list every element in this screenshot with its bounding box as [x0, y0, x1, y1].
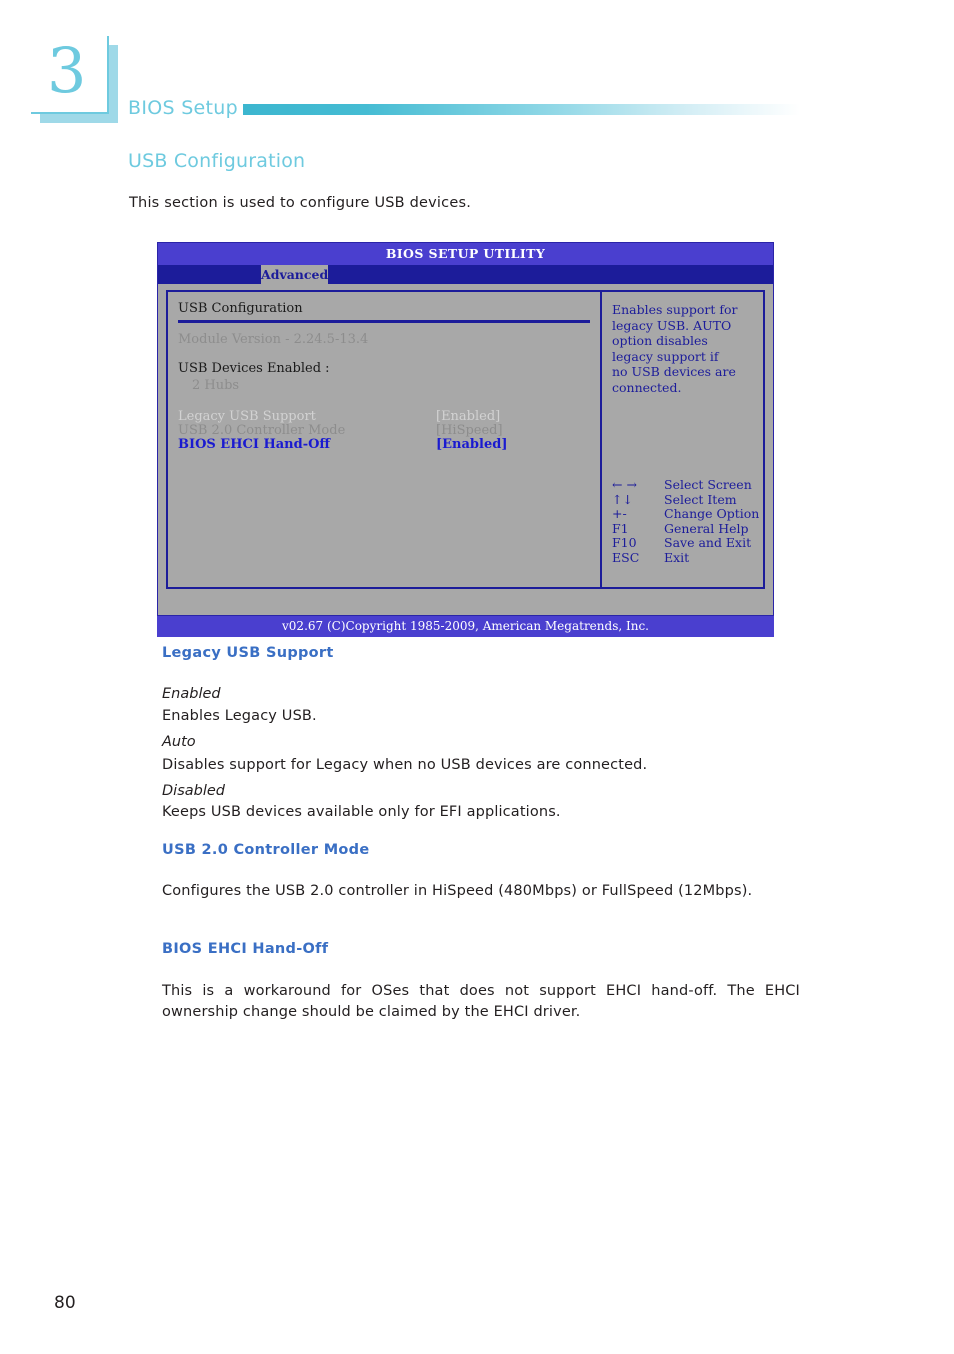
- bios-option-label: Legacy USB Support: [178, 409, 316, 424]
- desc-enabled: Enables Legacy USB.: [162, 708, 317, 724]
- page-number: 80: [54, 1293, 76, 1313]
- heading-usb20-controller-mode: USB 2.0 Controller Mode: [162, 842, 370, 858]
- desc-auto: Disables support for Legacy when no USB …: [162, 757, 648, 773]
- page-title: USB Configuration: [128, 150, 306, 172]
- bios-panels: USB Configuration Module Version - 2.24.…: [166, 290, 765, 589]
- bios-module-version: Module Version - 2.24.5-13.4: [178, 332, 369, 347]
- bios-body: USB Configuration Module Version - 2.24.…: [158, 284, 773, 589]
- term-enabled: Enabled: [162, 686, 221, 702]
- bios-panel-heading: USB Configuration: [178, 301, 303, 316]
- bios-option-usb20-controller-mode[interactable]: USB 2.0 Controller Mode [HiSpeed]: [178, 424, 600, 438]
- key-legend-desc: Select Item: [664, 491, 737, 507]
- chapter-number-box: 3: [31, 34, 118, 123]
- key-legend-desc: General Help: [664, 520, 749, 536]
- f10-key: F10: [612, 535, 637, 550]
- bios-help-line: legacy support if: [612, 348, 719, 364]
- chapter-header: 3 BIOS Setup: [0, 0, 954, 140]
- bios-option-label: BIOS EHCI Hand-Off: [178, 437, 331, 452]
- term-disabled: Disabled: [162, 783, 225, 799]
- bios-option-legacy-usb-support[interactable]: Legacy USB Support [Enabled]: [178, 410, 600, 424]
- bios-help-panel: Enables support for legacy USB. AUTO opt…: [602, 292, 763, 587]
- bios-option-value: [Enabled]: [436, 409, 501, 424]
- esc-key: ESC: [612, 549, 640, 565]
- body-usb20-controller-mode: Configures the USB 2.0 controller in HiS…: [162, 883, 753, 899]
- chapter-number: 3: [47, 34, 87, 107]
- body-bios-ehci-hand-off: This is a workaround for OSes that does …: [162, 983, 800, 1020]
- chapter-box-shadow-bottom: [40, 114, 118, 123]
- bios-option-value: [HiSpeed]: [436, 423, 503, 438]
- bios-devices-enabled-value: 2 Hubs: [192, 378, 240, 393]
- chapter-box-shadow-right: [109, 45, 118, 123]
- tab-advanced[interactable]: Advanced: [261, 265, 328, 284]
- bios-help-line: connected.: [612, 379, 682, 395]
- bios-setup-utility-window: BIOS SETUP UTILITY Advanced USB Configur…: [157, 242, 774, 637]
- bios-option-value: [Enabled]: [436, 437, 508, 452]
- bios-help-line: Enables support for: [612, 302, 738, 317]
- f1-key: F1: [612, 520, 629, 536]
- key-legend-desc: Save and Exit: [664, 535, 752, 550]
- bios-help-line: legacy USB. AUTO: [612, 317, 732, 333]
- desc-disabled: Keeps USB devices available only for EFI…: [162, 804, 561, 820]
- heading-legacy-usb-support: Legacy USB Support: [162, 645, 334, 661]
- heading-bios-ehci-hand-off: BIOS EHCI Hand-Off: [162, 941, 329, 957]
- chapter-title: BIOS Setup: [128, 97, 238, 119]
- bios-tab-bar: Advanced: [158, 265, 773, 284]
- arrow-left-right-icon: ← →: [612, 477, 637, 492]
- intro-paragraph: This section is used to configure USB de…: [129, 195, 472, 211]
- key-legend-desc: Change Option: [664, 506, 760, 521]
- bios-footer-bar: v02.67 (C)Copyright 1985-2009, American …: [157, 616, 774, 637]
- bios-help-line: option disables: [612, 333, 708, 348]
- bios-settings-panel: USB Configuration Module Version - 2.24.…: [168, 292, 602, 587]
- arrow-up-down-icon: ↑↓: [612, 491, 633, 507]
- bios-title-bar: BIOS SETUP UTILITY: [158, 243, 773, 265]
- bios-option-label: USB 2.0 Controller Mode: [178, 423, 346, 438]
- plus-minus-key: +-: [612, 506, 627, 521]
- key-legend-desc: Select Screen: [664, 477, 752, 492]
- bios-option-bios-ehci-hand-off[interactable]: BIOS EHCI Hand-Off [Enabled]: [178, 438, 600, 452]
- term-auto: Auto: [162, 734, 196, 750]
- bios-help-text: Enables support for legacy USB. AUTO opt…: [612, 302, 760, 395]
- key-legend-desc: Exit: [664, 549, 690, 565]
- bios-help-line: no USB devices are: [612, 364, 736, 379]
- bios-devices-enabled-label: USB Devices Enabled :: [178, 361, 330, 376]
- chapter-rule: [243, 104, 800, 115]
